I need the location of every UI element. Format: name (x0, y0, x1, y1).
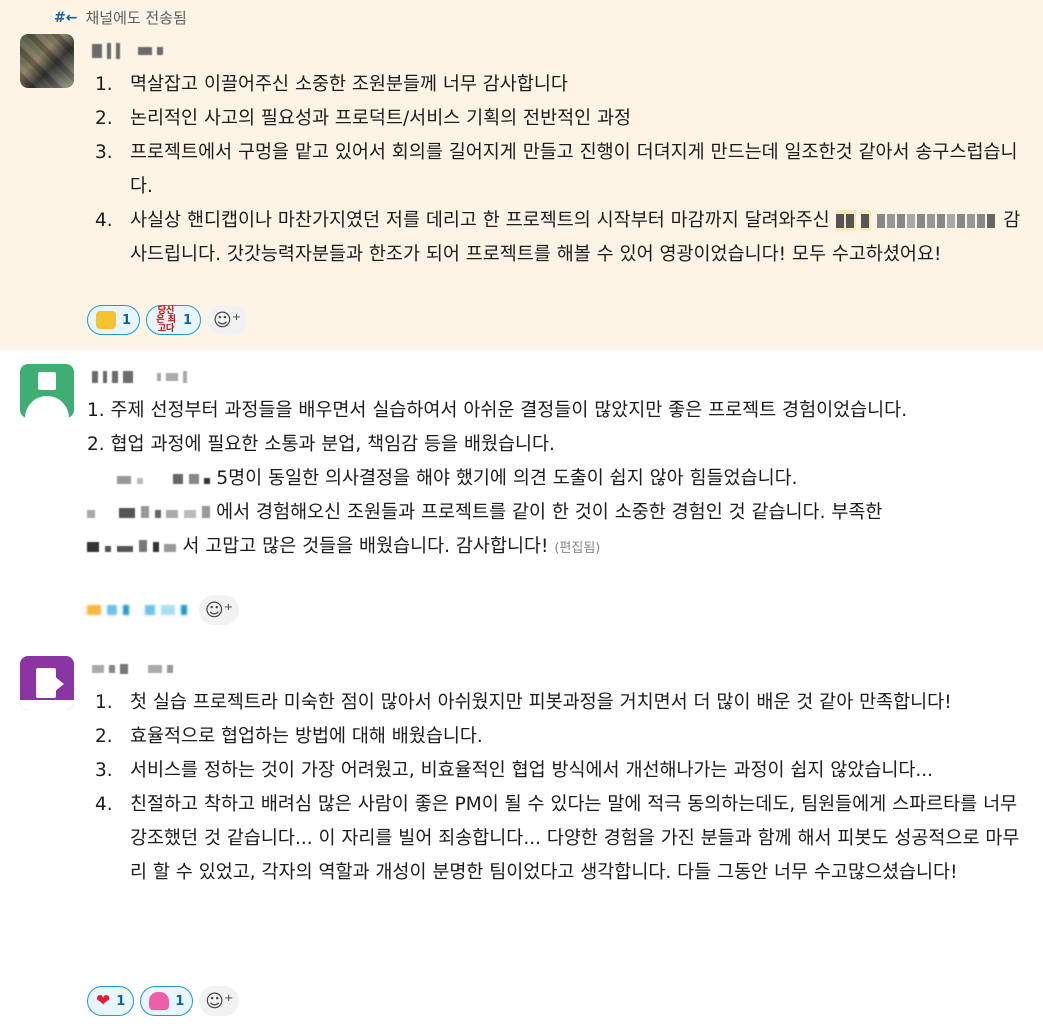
list-item: 4. 사실상 핸디캡이나 마찬가지였던 저를 데리고 한 프로젝트의 시작부터 … (95, 210, 1021, 265)
avatar[interactable] (20, 656, 74, 710)
reaction-red-heart[interactable]: ❤ 1 (87, 986, 135, 1016)
message-3: 1. 첫 실습 프로젝트라 미숙한 점이 많아서 아쉬웠지만 피봇과정을 거치면… (0, 640, 1043, 1036)
list-item: 1. 첫 실습 프로젝트라 미숙한 점이 많아서 아쉬웠지만 피봇과정을 거치면… (95, 692, 952, 713)
edited-label: (편집됨) (554, 541, 601, 556)
message-1: #← 채널에도 전송됨 1. 멱살잡고 이끌어주신 소중한 조원분들께 너무 감… (0, 0, 1043, 350)
reaction-pink-blob[interactable]: 1 (140, 986, 194, 1016)
add-reaction-button[interactable]: ☺⁺ (199, 595, 239, 625)
message-line: 에서 경험해오신 조원들과 프로젝트를 같이 한 것이 소중한 경험인 것 같습… (87, 496, 1032, 530)
add-reaction-button[interactable]: ☺⁺ (207, 305, 248, 335)
message-body: 1. 주제 선정부터 과정들을 배우면서 실습하여서 아쉬운 결정들이 많았지만… (87, 394, 1032, 566)
reaction-yellow-face[interactable]: 1 (87, 305, 141, 335)
pink-blob-emoji-icon (149, 992, 170, 1010)
list-item: 2. 효율적으로 협업하는 방법에 대해 배웠습니다. (95, 726, 483, 747)
reactions-bar: ❤ 1 1 ☺⁺ (87, 986, 240, 1016)
sender-name-blurred[interactable] (92, 40, 163, 62)
list-item: 2. 논리적인 사고의 필요성과 프로덕트/서비스 기획의 전반적인 과정 (95, 108, 632, 129)
list-item: 1. 멱살잡고 이끌어주신 소중한 조원분들께 너무 감사합니다 (95, 74, 568, 95)
add-reaction-button[interactable]: ☺⁺ (199, 986, 240, 1016)
add-reaction-icon: ☺⁺ (212, 309, 242, 331)
hash-forward-icon: #← (54, 9, 78, 26)
list-item: 3. 프로젝트에서 구멍을 맡고 있어서 회의를 길어지게 만들고 진행이 더뎌… (95, 142, 1018, 197)
reaction-blurred[interactable] (145, 598, 187, 622)
message-line: 5명이 동일한 의사결정을 해야 했기에 의견 도출이 쉽지 않아 힘들었습니다… (87, 462, 1032, 496)
reaction-blurred[interactable] (87, 598, 129, 622)
mention-blurred[interactable] (835, 210, 856, 231)
forwarded-to-channel-label: #← 채널에도 전송됨 (54, 7, 187, 28)
message-2: 1. 주제 선정부터 과정들을 배우면서 실습하여서 아쉬운 결정들이 많았지만… (0, 350, 1043, 640)
add-reaction-icon: ☺⁺ (204, 599, 234, 621)
reactions-bar: ☺⁺ (87, 595, 239, 625)
sender-name-blurred[interactable] (92, 658, 173, 680)
yellow-face-emoji-icon (96, 311, 116, 329)
reaction-dangsin-eun-choego-da[interactable]: 당신은 최고다 1 (146, 305, 202, 335)
list-item: 3. 서비스를 정하는 것이 가장 어려웠고, 비효율적인 협업 방식에서 개선… (95, 760, 934, 781)
red-heart-emoji-icon: ❤ (96, 991, 111, 1011)
forwarded-text: 채널에도 전송됨 (85, 9, 187, 27)
avatar[interactable] (20, 34, 74, 88)
message-body: 1. 첫 실습 프로젝트라 미숙한 점이 많아서 아쉬웠지만 피봇과정을 거치면… (95, 686, 1035, 890)
message-line: 서 고맙고 많은 것들을 배웠습니다. 감사합니다! (편집됨) (87, 530, 1032, 566)
message-line: 2. 협업 과정에 필요한 소통과 분업, 책임감 등을 배웠습니다. (87, 434, 555, 455)
sender-name-blurred[interactable] (92, 366, 187, 388)
avatar[interactable] (20, 364, 74, 418)
message-line: 1. 주제 선정부터 과정들을 배우면서 실습하여서 아쉬운 결정들이 많았지만… (87, 400, 908, 421)
mention-blurred[interactable] (861, 210, 872, 231)
mentions-blurred (877, 210, 997, 231)
dangsin-eun-choego-da-emoji-icon: 당신은 최고다 (156, 305, 176, 334)
list-item: 4. 친절하고 착하고 배려심 많은 사람이 좋은 PM이 될 수 있다는 말에… (95, 794, 1020, 883)
reactions-bar: 1 당신은 최고다 1 ☺⁺ (87, 305, 248, 335)
message-body: 1. 멱살잡고 이끌어주신 소중한 조원분들께 너무 감사합니다 2. 논리적인… (95, 68, 1030, 272)
add-reaction-icon: ☺⁺ (205, 990, 234, 1012)
